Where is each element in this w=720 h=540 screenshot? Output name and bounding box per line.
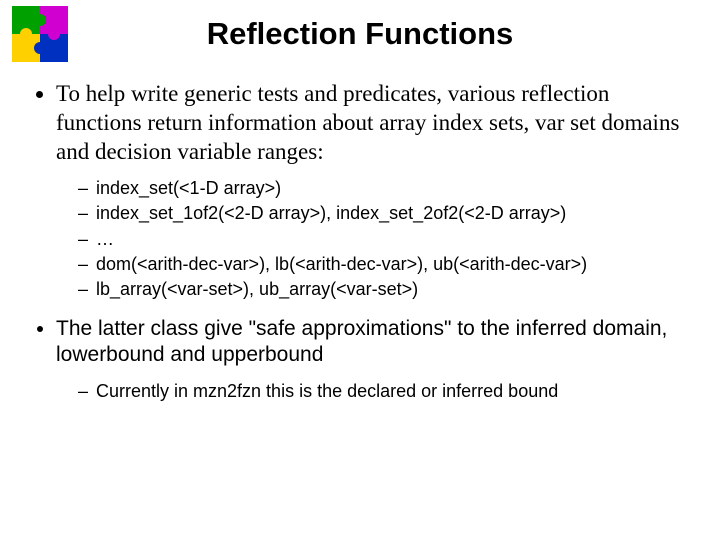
- sub-bullet: Currently in mzn2fzn this is the declare…: [78, 379, 690, 404]
- sub-bullet: index_set(<1-D array>): [78, 176, 690, 201]
- sub-bullet: dom(<arith-dec-var>), lb(<arith-dec-var>…: [78, 252, 690, 277]
- bullet-latter: The latter class give "safe approximatio…: [56, 316, 690, 369]
- sub-bullet: index_set_1of2(<2-D array>), index_set_2…: [78, 201, 690, 226]
- sub-bullet: lb_array(<var-set>), ub_array(<var-set>): [78, 277, 690, 302]
- puzzle-logo: [12, 6, 68, 62]
- slide-title: Reflection Functions: [0, 0, 720, 80]
- sub-bullet: …: [78, 227, 690, 252]
- bullet-intro: To help write generic tests and predicat…: [56, 80, 690, 166]
- slide-body: To help write generic tests and predicat…: [0, 80, 720, 404]
